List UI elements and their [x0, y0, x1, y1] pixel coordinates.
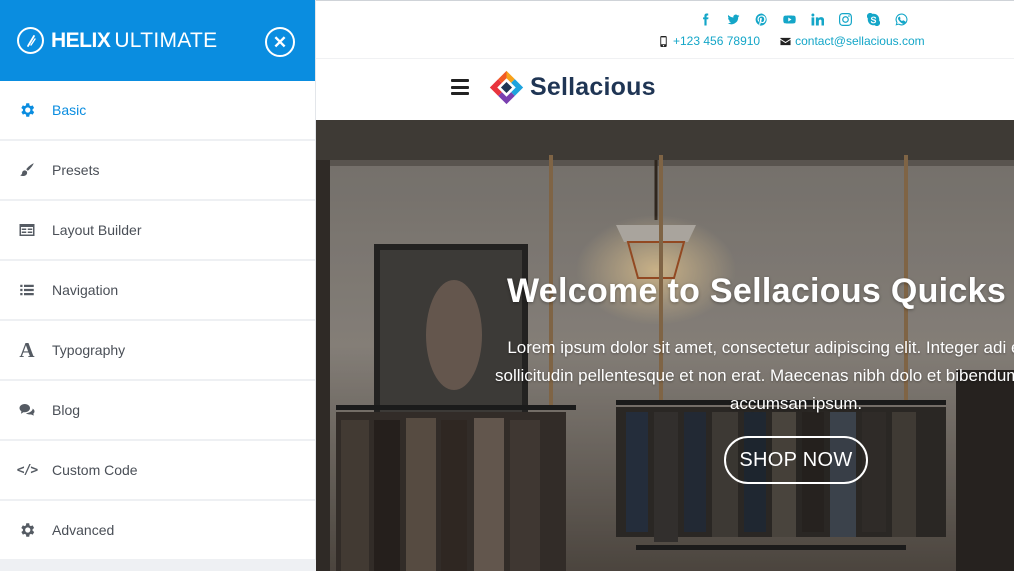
nav-item-blog[interactable]: Blog	[0, 381, 315, 441]
hero-banner: Welcome to Sellacious Quicks Lorem ipsum…	[316, 120, 1014, 571]
nav-label-blog: Blog	[52, 402, 81, 418]
social-links	[696, 11, 910, 27]
site-header: Sellacious	[316, 59, 1014, 119]
helix-logo-icon	[17, 27, 44, 54]
nav-label-navigation: Navigation	[52, 282, 119, 298]
nav-label-typography: Typography	[52, 342, 126, 358]
nav-label-custom-code: Custom Code	[52, 462, 138, 478]
facebook-icon[interactable]	[696, 11, 714, 27]
nav-item-advanced[interactable]: Advanced	[0, 501, 315, 561]
brand-name-light: ULTIMATE	[114, 28, 218, 52]
twitter-icon[interactable]	[724, 11, 742, 27]
menu-toggle-icon[interactable]	[451, 79, 469, 95]
nav-item-layout-builder[interactable]: Layout Builder	[0, 201, 315, 261]
layout-icon	[17, 220, 37, 240]
helix-sidebar: HELIX ULTIMATE ✕ Basic Presets Layout Bu…	[0, 0, 316, 571]
settings-nav: Basic Presets Layout Builder Navigation	[0, 81, 315, 561]
site-preview: +123 456 78910 contact@sellacious.com Se…	[316, 0, 1014, 571]
envelope-icon	[780, 36, 791, 47]
nav-item-navigation[interactable]: Navigation	[0, 261, 315, 321]
nav-label-layout-builder: Layout Builder	[52, 222, 142, 238]
nav-item-custom-code[interactable]: </> Custom Code	[0, 441, 315, 501]
close-panel-button[interactable]: ✕	[265, 27, 295, 57]
sidebar-header: HELIX ULTIMATE ✕	[0, 0, 315, 81]
shop-now-button[interactable]: SHOP NOW	[724, 436, 868, 484]
hero-title: Welcome to Sellacious Quicks	[507, 272, 1007, 310]
contact-info: +123 456 78910 contact@sellacious.com	[658, 34, 925, 48]
gear-icon	[17, 100, 37, 120]
skype-icon[interactable]	[864, 11, 882, 27]
font-icon: A	[19, 337, 35, 362]
site-logo-text: Sellacious	[530, 73, 656, 101]
nav-item-typography[interactable]: A Typography	[0, 321, 315, 381]
code-icon: </>	[16, 462, 38, 478]
app-root: HELIX ULTIMATE ✕ Basic Presets Layout Bu…	[0, 0, 1014, 571]
email-link[interactable]: contact@sellacious.com	[795, 34, 925, 48]
whatsapp-icon[interactable]	[892, 11, 910, 27]
instagram-icon[interactable]	[836, 11, 854, 27]
comments-icon	[17, 400, 37, 420]
mobile-phone-icon	[658, 35, 669, 47]
nav-item-presets[interactable]: Presets	[0, 141, 315, 201]
nav-item-basic[interactable]: Basic	[0, 81, 315, 141]
linkedin-icon[interactable]	[808, 11, 826, 27]
brush-icon	[17, 160, 37, 180]
gear-icon	[17, 520, 37, 540]
phone-link[interactable]: +123 456 78910	[673, 34, 760, 48]
pinterest-icon[interactable]	[752, 11, 770, 27]
list-icon	[17, 280, 37, 300]
youtube-icon[interactable]	[780, 11, 798, 27]
close-icon: ✕	[272, 32, 288, 52]
nav-label-advanced: Advanced	[52, 522, 115, 538]
sidebar-footer-strip	[0, 560, 316, 571]
brand-name-strong: HELIX	[51, 28, 111, 52]
nav-label-basic: Basic	[52, 102, 87, 118]
helix-brand: HELIX ULTIMATE	[17, 27, 217, 54]
hero-description: Lorem ipsum dolor sit amet, consectetur …	[495, 338, 1014, 413]
site-logo[interactable]: Sellacious	[488, 69, 656, 106]
nav-label-presets: Presets	[52, 162, 100, 178]
sellacious-logo-icon	[489, 70, 524, 105]
site-topbar: +123 456 78910 contact@sellacious.com	[316, 1, 1014, 59]
